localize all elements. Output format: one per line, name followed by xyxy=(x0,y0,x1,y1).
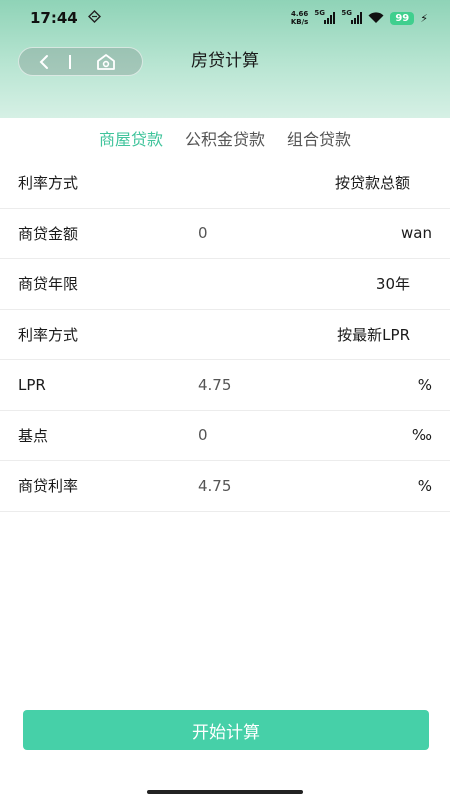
lpr-unit: % xyxy=(417,375,432,394)
loan-rate-input[interactable]: 4.75 xyxy=(198,477,231,495)
basis-points-unit: ‰ xyxy=(411,426,432,445)
basis-points-label: 基点 xyxy=(18,426,49,445)
signal-sim1-icon: 5G xyxy=(314,9,336,24)
lpr-label: LPR xyxy=(18,375,46,394)
signal-sim2-icon: 5G xyxy=(341,9,363,24)
status-indicators: 4.66 KB/s 5G 5G 99 ⚡ xyxy=(290,9,428,26)
notification-icon xyxy=(87,10,101,26)
status-bar: 17:44 4.66 KB/s 5G 5G 99 ⚡ xyxy=(0,0,450,36)
tab-provident-fund-loan[interactable]: 公积金贷款 xyxy=(185,126,265,150)
page-title: 房贷计算 xyxy=(191,51,259,71)
lpr-input[interactable]: 4.75 xyxy=(198,376,231,394)
calculate-button[interactable]: 开始计算 xyxy=(23,710,429,750)
loan-form: 利率方式 按贷款总额 商贷金额 0 wan 商贷年限 30年 利率方式 按最新L… xyxy=(0,158,450,512)
row-loan-rate: 商贷利率 4.75 % xyxy=(0,461,450,512)
loan-years-label: 商贷年限 xyxy=(18,275,79,294)
home-indicator[interactable] xyxy=(147,790,303,794)
basis-points-input[interactable]: 0 xyxy=(198,426,208,444)
loan-amount-unit: wan xyxy=(401,224,432,243)
loan-amount-label: 商贷金额 xyxy=(18,224,79,243)
row-loan-amount: 商贷金额 0 wan xyxy=(0,209,450,259)
row-loan-years: 商贷年限 30年 xyxy=(0,259,450,310)
network-speed: 4.66 KB/s xyxy=(290,10,309,26)
loan-rate-label: 商贷利率 xyxy=(18,477,79,496)
row-rate-method-lpr: 利率方式 按最新LPR xyxy=(0,310,450,360)
row-rate-method-total: 利率方式 按贷款总额 xyxy=(0,158,450,209)
rate-method-lpr-label: 利率方式 xyxy=(18,325,79,344)
status-time: 17:44 xyxy=(30,9,78,27)
wifi-icon xyxy=(368,12,384,23)
row-lpr: LPR 4.75 % xyxy=(0,360,450,411)
charging-icon: ⚡ xyxy=(420,11,428,25)
loan-amount-input[interactable]: 0 xyxy=(198,224,208,242)
rate-method-lpr-select[interactable]: 按最新LPR xyxy=(337,324,410,345)
loan-rate-unit: % xyxy=(417,476,432,495)
loan-type-tabs: 商屋贷款 公积金贷款 组合贷款 xyxy=(0,118,450,158)
tab-combined-loan[interactable]: 组合贷款 xyxy=(287,126,351,150)
header-background: 17:44 4.66 KB/s 5G 5G 99 ⚡ 房贷计算 xyxy=(0,0,450,118)
row-basis-points: 基点 0 ‰ xyxy=(0,411,450,461)
rate-method-select[interactable]: 按贷款总额 xyxy=(335,172,410,193)
tab-commercial-loan[interactable]: 商屋贷款 xyxy=(99,126,163,150)
rate-method-label: 利率方式 xyxy=(18,174,79,193)
loan-years-select[interactable]: 30年 xyxy=(376,273,410,294)
battery-icon: 99 xyxy=(390,11,415,25)
